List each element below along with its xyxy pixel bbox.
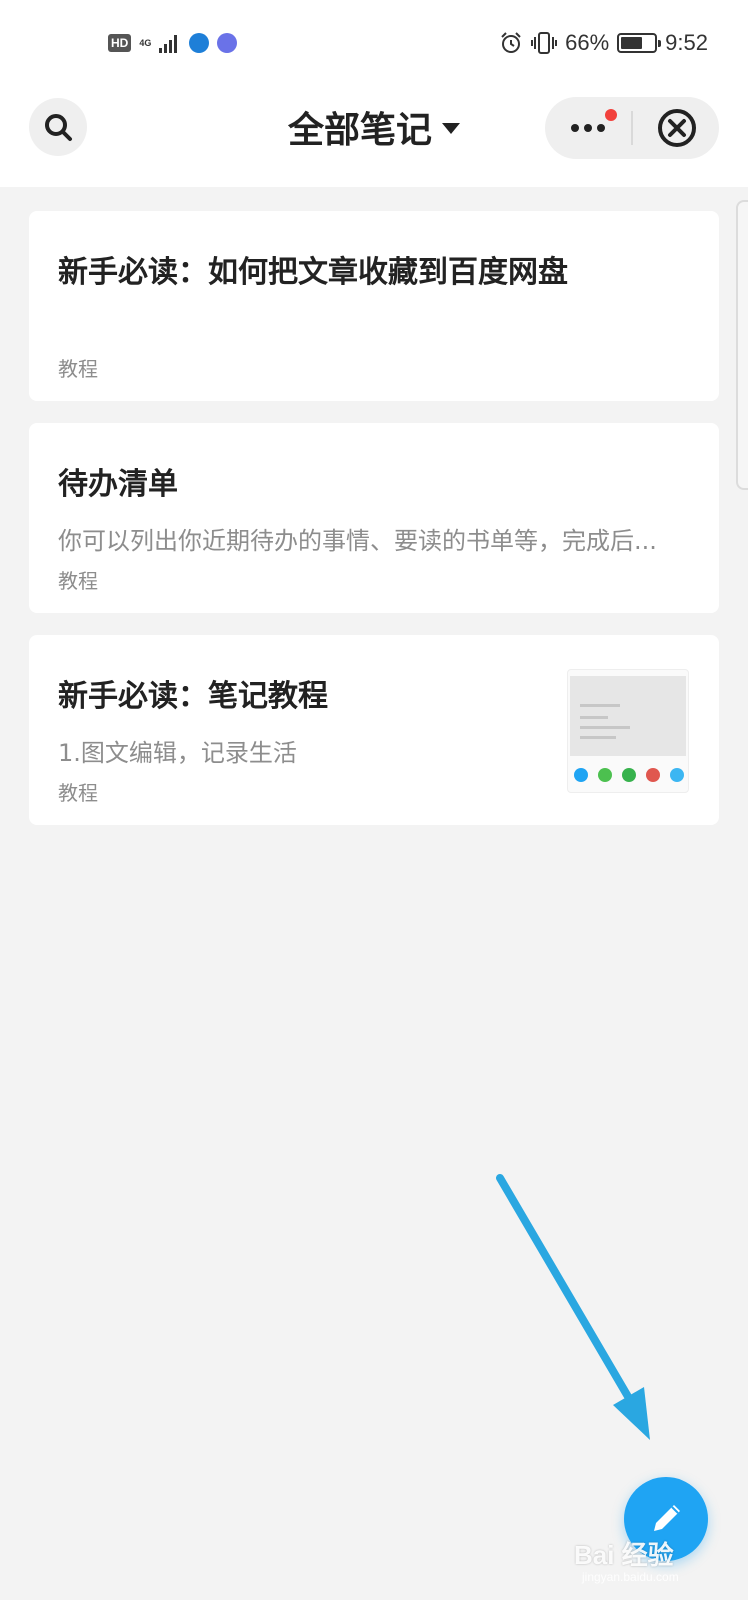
note-tag: 教程: [58, 357, 98, 381]
note-card[interactable]: 新手必读：如何把文章收藏到百度网盘 教程: [29, 211, 719, 401]
thumbnail-icon-row: [574, 768, 684, 782]
close-icon: [658, 109, 696, 147]
status-right: 66% 9:52: [499, 28, 708, 58]
status-left: HD 4G: [108, 30, 238, 56]
share-dot-icon: [598, 768, 612, 782]
globe-app-icon: [189, 33, 210, 53]
app-header: 全部笔记: [0, 86, 748, 187]
note-thumbnail: [567, 669, 689, 793]
capsule-divider: [631, 111, 633, 145]
note-tag: 教程: [58, 781, 98, 805]
close-button[interactable]: [635, 97, 719, 159]
vibrate-icon: [531, 32, 558, 54]
share-dot-icon: [646, 768, 660, 782]
page-title: 全部笔记: [287, 110, 432, 151]
notification-dot: [605, 109, 617, 121]
more-icon: [571, 124, 605, 132]
thumbnail-line: [580, 736, 616, 739]
signal-icon: [159, 35, 178, 53]
share-dot-icon: [670, 768, 684, 782]
network-label: 4G: [139, 37, 152, 48]
note-title: 新手必读：笔记教程: [58, 679, 328, 714]
hd-icon: HD: [108, 34, 132, 52]
note-title: 新手必读：如何把文章收藏到百度网盘: [58, 255, 568, 290]
thumbnail-line: [580, 704, 620, 707]
status-bar: HD 4G 66% 9:52: [0, 0, 748, 86]
thumbnail-preview: [570, 676, 686, 756]
battery-level: [621, 37, 643, 49]
thumbnail-line: [580, 726, 630, 729]
more-button[interactable]: [545, 97, 631, 159]
battery-icon: [617, 33, 662, 53]
music-app-icon: [217, 33, 238, 53]
baidu-watermark-url: jingyan.baidu.com: [582, 1570, 679, 1584]
clock-time: 9:52: [665, 30, 708, 55]
caret-down-icon: [442, 122, 460, 134]
note-card[interactable]: 待办清单 你可以列出你近期待办的事情、要读的书单等，完成后... 教程: [29, 423, 719, 613]
note-summary: 你可以列出你近期待办的事情、要读的书单等，完成后...: [58, 527, 657, 555]
note-title: 待办清单: [58, 467, 178, 502]
battery-percent: 66%: [565, 30, 610, 55]
alarm-icon: [501, 32, 521, 53]
note-tag: 教程: [58, 569, 98, 593]
share-dot-icon: [574, 768, 588, 782]
mini-program-capsule: [545, 97, 719, 159]
baidu-watermark: Bai 经验: [574, 1540, 674, 1570]
edge-drawer-handle[interactable]: [736, 200, 748, 490]
thumbnail-line: [580, 716, 608, 719]
share-dot-icon: [622, 768, 636, 782]
note-summary: 1.图文编辑，记录生活: [58, 739, 297, 767]
note-card[interactable]: 新手必读：笔记教程 1.图文编辑，记录生活 教程: [29, 635, 719, 825]
